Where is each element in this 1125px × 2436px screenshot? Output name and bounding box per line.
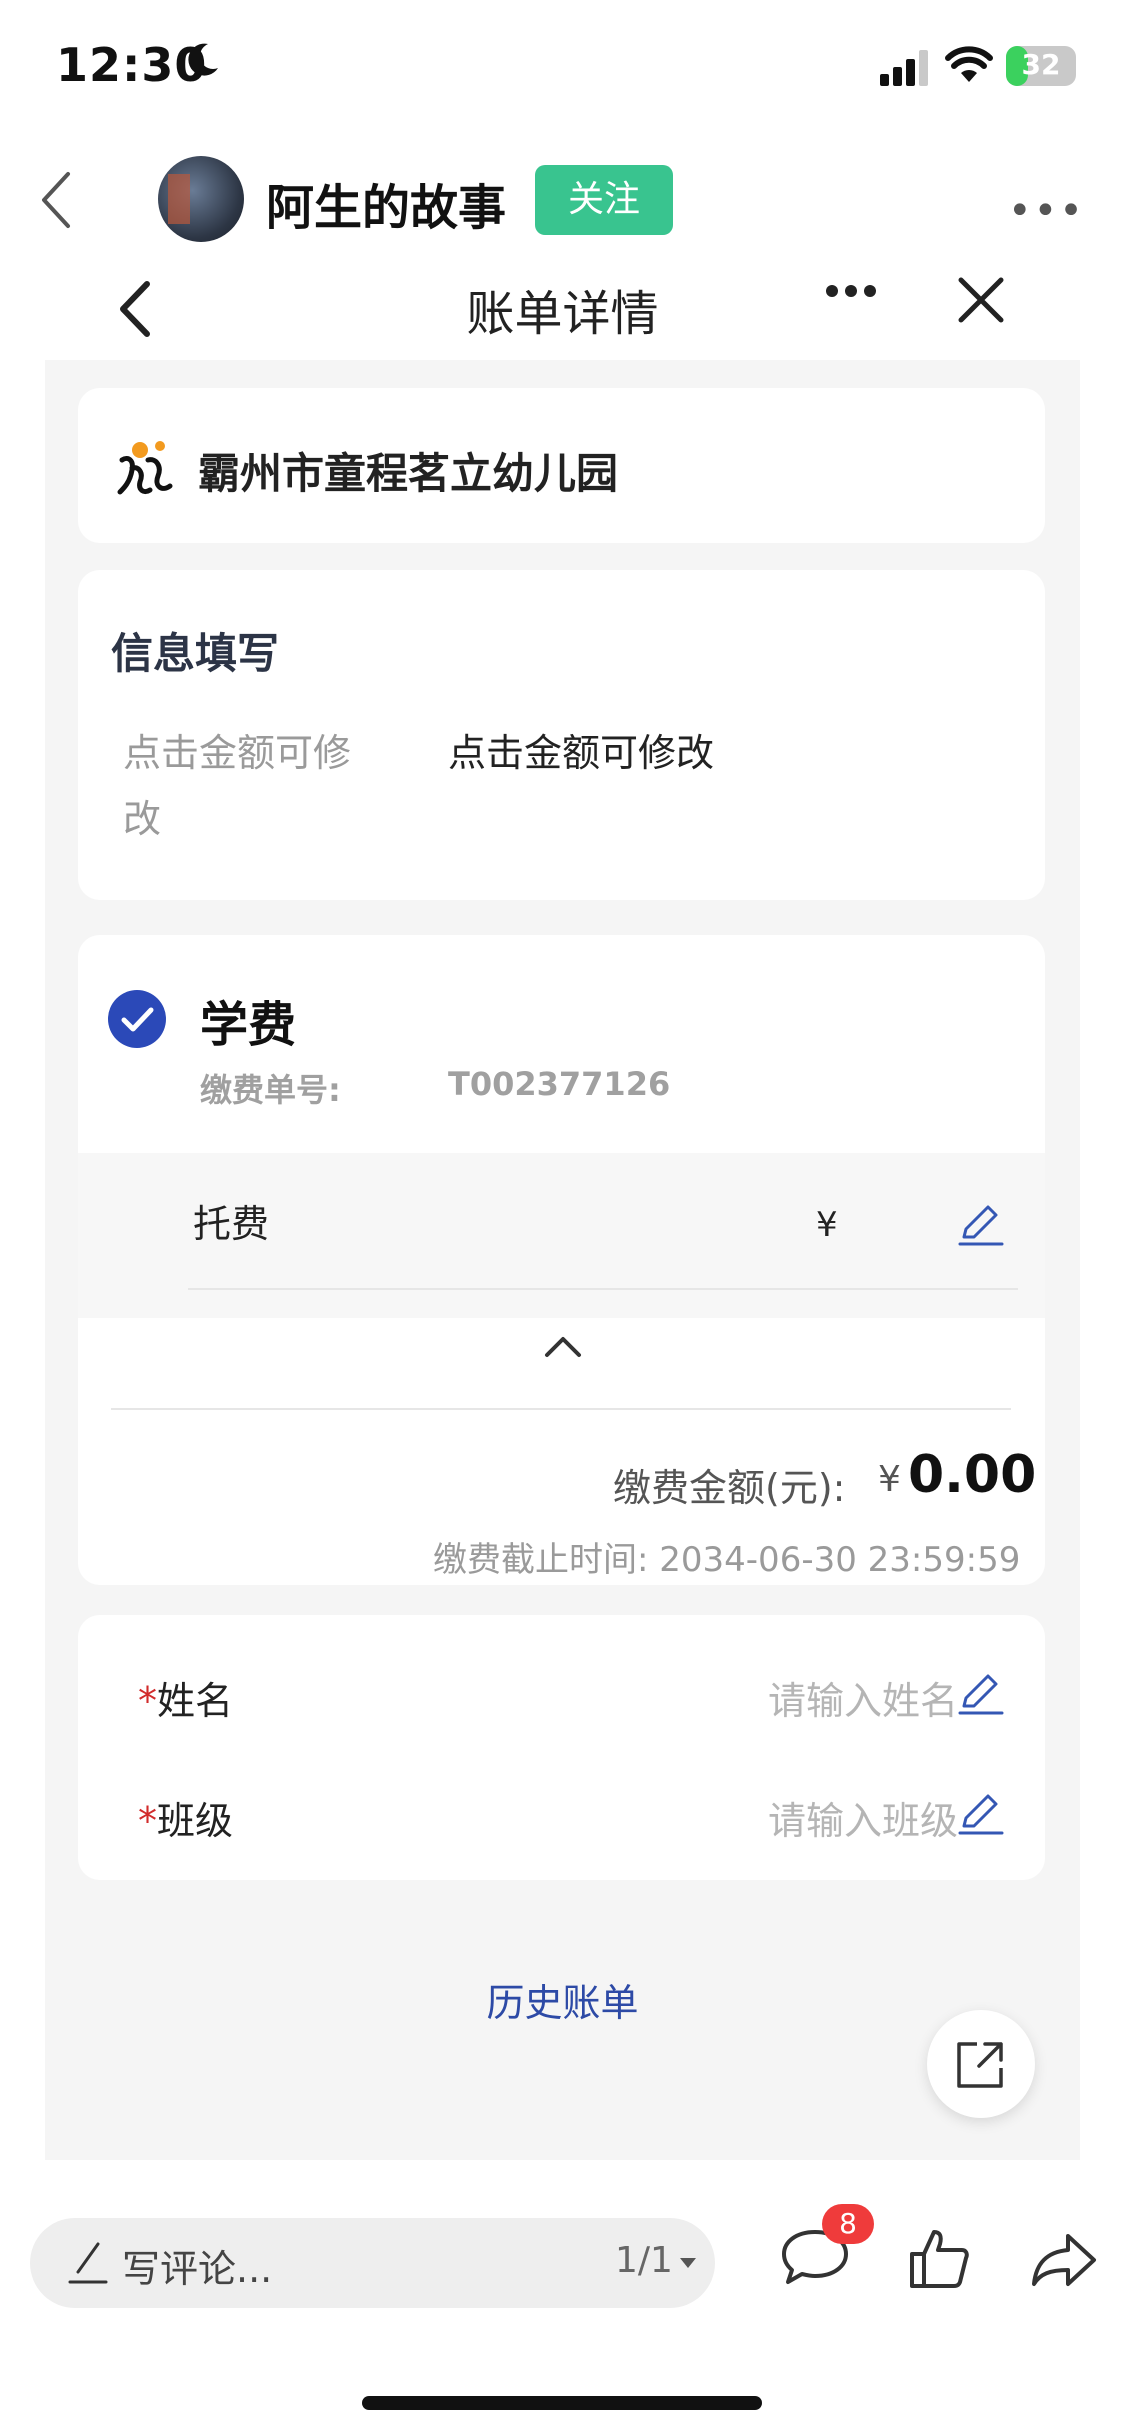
caret-down-icon[interactable] — [678, 2256, 698, 2270]
moon-icon — [188, 43, 218, 76]
fee-card: 学费 缴费单号: T002377126 托费 ¥ 缴费金额(元): ¥ 0.00… — [78, 935, 1045, 1585]
share-icon[interactable] — [1030, 2232, 1098, 2288]
fee-item-currency: ¥ — [816, 1205, 838, 1245]
info-card: 信息填写 点击金额可修改 点击金额可修改 — [78, 570, 1045, 900]
more-options-icon[interactable]: ••• — [1008, 188, 1085, 234]
home-indicator[interactable] — [362, 2396, 762, 2410]
payment-deadline: 缴费截止时间: 2034-06-30 23:59:59 — [433, 1540, 1021, 1580]
page-indicator[interactable]: 1/1 — [615, 2240, 673, 2281]
external-share-icon — [957, 2042, 1003, 2088]
status-bar: 12:30 32 — [0, 0, 1125, 140]
name-input[interactable]: 请输入姓名 — [768, 1670, 958, 1725]
required-mark: * — [138, 1679, 157, 1723]
fee-item-row[interactable]: 托费 ¥ — [78, 1153, 1045, 1318]
required-mark: * — [138, 1799, 157, 1843]
follow-button[interactable]: 关注 — [535, 165, 673, 235]
order-number: T002377126 — [448, 1065, 671, 1103]
order-number-label: 缴费单号: — [200, 1071, 341, 1109]
fee-item-name: 托费 — [193, 1202, 270, 1246]
wifi-icon — [945, 46, 993, 82]
edit-icon[interactable] — [958, 1790, 1004, 1836]
comment-placeholder: 写评论... — [122, 2247, 273, 2291]
mini-program-header: 账单详情 — [45, 260, 1080, 360]
author-name[interactable]: 阿生的故事 — [266, 168, 506, 238]
info-label: 点击金额可修改 — [123, 731, 352, 841]
back-icon[interactable] — [38, 170, 74, 230]
comment-count-badge: 8 — [822, 2204, 874, 2244]
signal-icon — [880, 50, 928, 86]
school-card: 霸州市童程茗立幼儿园 — [78, 388, 1045, 543]
divider — [188, 1288, 1018, 1290]
history-bills-link[interactable]: 历史账单 — [45, 1972, 1080, 2027]
info-section-title: 信息填写 — [111, 629, 280, 678]
battery-icon: 32 — [1006, 46, 1076, 86]
close-icon[interactable] — [955, 274, 1007, 326]
divider — [111, 1408, 1011, 1410]
edit-icon[interactable] — [958, 1201, 1004, 1247]
class-label-text: 班级 — [157, 1799, 234, 1843]
chevron-up-icon[interactable] — [543, 1333, 583, 1359]
school-logo-icon — [117, 441, 173, 495]
thumbs-up-icon[interactable] — [908, 2226, 972, 2290]
total-label: 缴费金额(元): — [613, 1466, 846, 1510]
total-amount[interactable]: 0.00 — [908, 1445, 1036, 1505]
class-input[interactable]: 请输入班级 — [768, 1790, 958, 1845]
page-title: 账单详情 — [466, 286, 659, 342]
share-float-button[interactable] — [927, 2010, 1035, 2118]
total-currency: ¥ — [878, 1459, 901, 1500]
edit-icon[interactable] — [958, 1670, 1004, 1716]
checkbox-checked[interactable] — [108, 990, 166, 1048]
battery-percent: 32 — [1021, 48, 1061, 81]
name-label: *姓名 — [138, 1670, 233, 1725]
comment-input[interactable]: 写评论... 1/1 — [30, 2218, 715, 2308]
fee-name: 学费 — [200, 997, 297, 1053]
student-form: *姓名 请输入姓名 *班级 请输入班级 — [78, 1615, 1045, 1880]
check-icon — [121, 1007, 154, 1032]
bill-content: 霸州市童程茗立幼儿园 信息填写 点击金额可修改 点击金额可修改 学费 缴费单号:… — [45, 360, 1080, 2160]
pen-icon — [68, 2242, 108, 2284]
school-name: 霸州市童程茗立幼儿园 — [198, 449, 619, 498]
author-row: 阿生的故事 关注 ••• — [0, 140, 1125, 270]
mp-more-icon[interactable] — [825, 284, 877, 298]
avatar[interactable] — [158, 156, 244, 242]
class-label: *班级 — [138, 1790, 233, 1845]
name-label-text: 姓名 — [157, 1679, 234, 1723]
info-value: 点击金额可修改 — [448, 731, 715, 775]
